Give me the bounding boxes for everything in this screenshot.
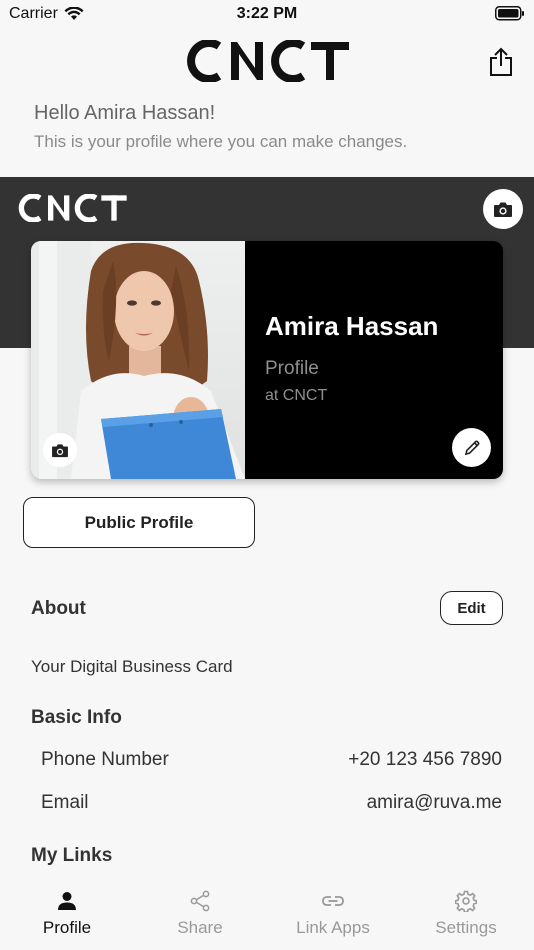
tab-bar: Profile Share Link Apps Settings [0, 880, 534, 950]
tab-link-apps[interactable]: Link Apps [278, 888, 388, 938]
my-links-heading: My Links [31, 845, 113, 866]
link-icon [322, 896, 344, 906]
camera-icon [52, 443, 68, 457]
card-company: at CNCT [265, 387, 328, 404]
share-nodes-icon [190, 890, 210, 912]
about-heading: About [31, 598, 86, 619]
app-header [0, 30, 534, 96]
business-card: Amira Hassan Profile at CNCT [31, 241, 503, 479]
greeting-subtitle: This is your profile where you can make … [34, 132, 408, 151]
battery-icon [495, 6, 525, 26]
pencil-icon [464, 440, 479, 455]
banner-camera-button[interactable] [483, 189, 523, 229]
export-share-button[interactable] [486, 45, 516, 79]
status-bar: Carrier 3:22 PM [0, 0, 534, 30]
info-value[interactable]: +20 123 456 7890 [348, 749, 502, 771]
profile-photo[interactable] [31, 241, 245, 479]
info-label: Email [41, 792, 89, 813]
camera-icon [494, 202, 512, 217]
tab-share[interactable]: Share [145, 888, 255, 938]
card-edit-button[interactable] [452, 428, 491, 467]
tab-profile[interactable]: Profile [12, 888, 122, 938]
info-label: Phone Number [41, 749, 169, 770]
about-text: Your Digital Business Card [31, 657, 233, 676]
tab-label: Profile [42, 918, 92, 937]
basic-info-heading: Basic Info [31, 707, 122, 728]
person-icon [58, 892, 76, 910]
tab-label: Share [177, 918, 223, 937]
tab-label: Settings [435, 918, 497, 937]
public-profile-button[interactable]: Public Profile [23, 497, 255, 548]
card-title: Profile [265, 358, 319, 379]
info-row-phone: Phone Number +20 123 456 7890 [41, 749, 502, 771]
info-row-email: Email amira@ruva.me [41, 792, 502, 814]
share-upload-icon [490, 47, 512, 76]
cnct-logo [183, 39, 351, 87]
greeting-heading: Hello Amira Hassan! [34, 102, 216, 124]
info-value[interactable]: amira@ruva.me [367, 792, 502, 814]
gear-icon [455, 890, 477, 912]
card-name: Amira Hassan [265, 311, 439, 341]
status-time: 3:22 PM [236, 5, 298, 22]
banner-cnct-logo [16, 193, 128, 227]
tab-label: Link Apps [296, 918, 370, 937]
about-edit-button[interactable]: Edit [440, 591, 503, 625]
tab-settings[interactable]: Settings [411, 888, 521, 938]
photo-camera-button[interactable] [43, 433, 77, 467]
